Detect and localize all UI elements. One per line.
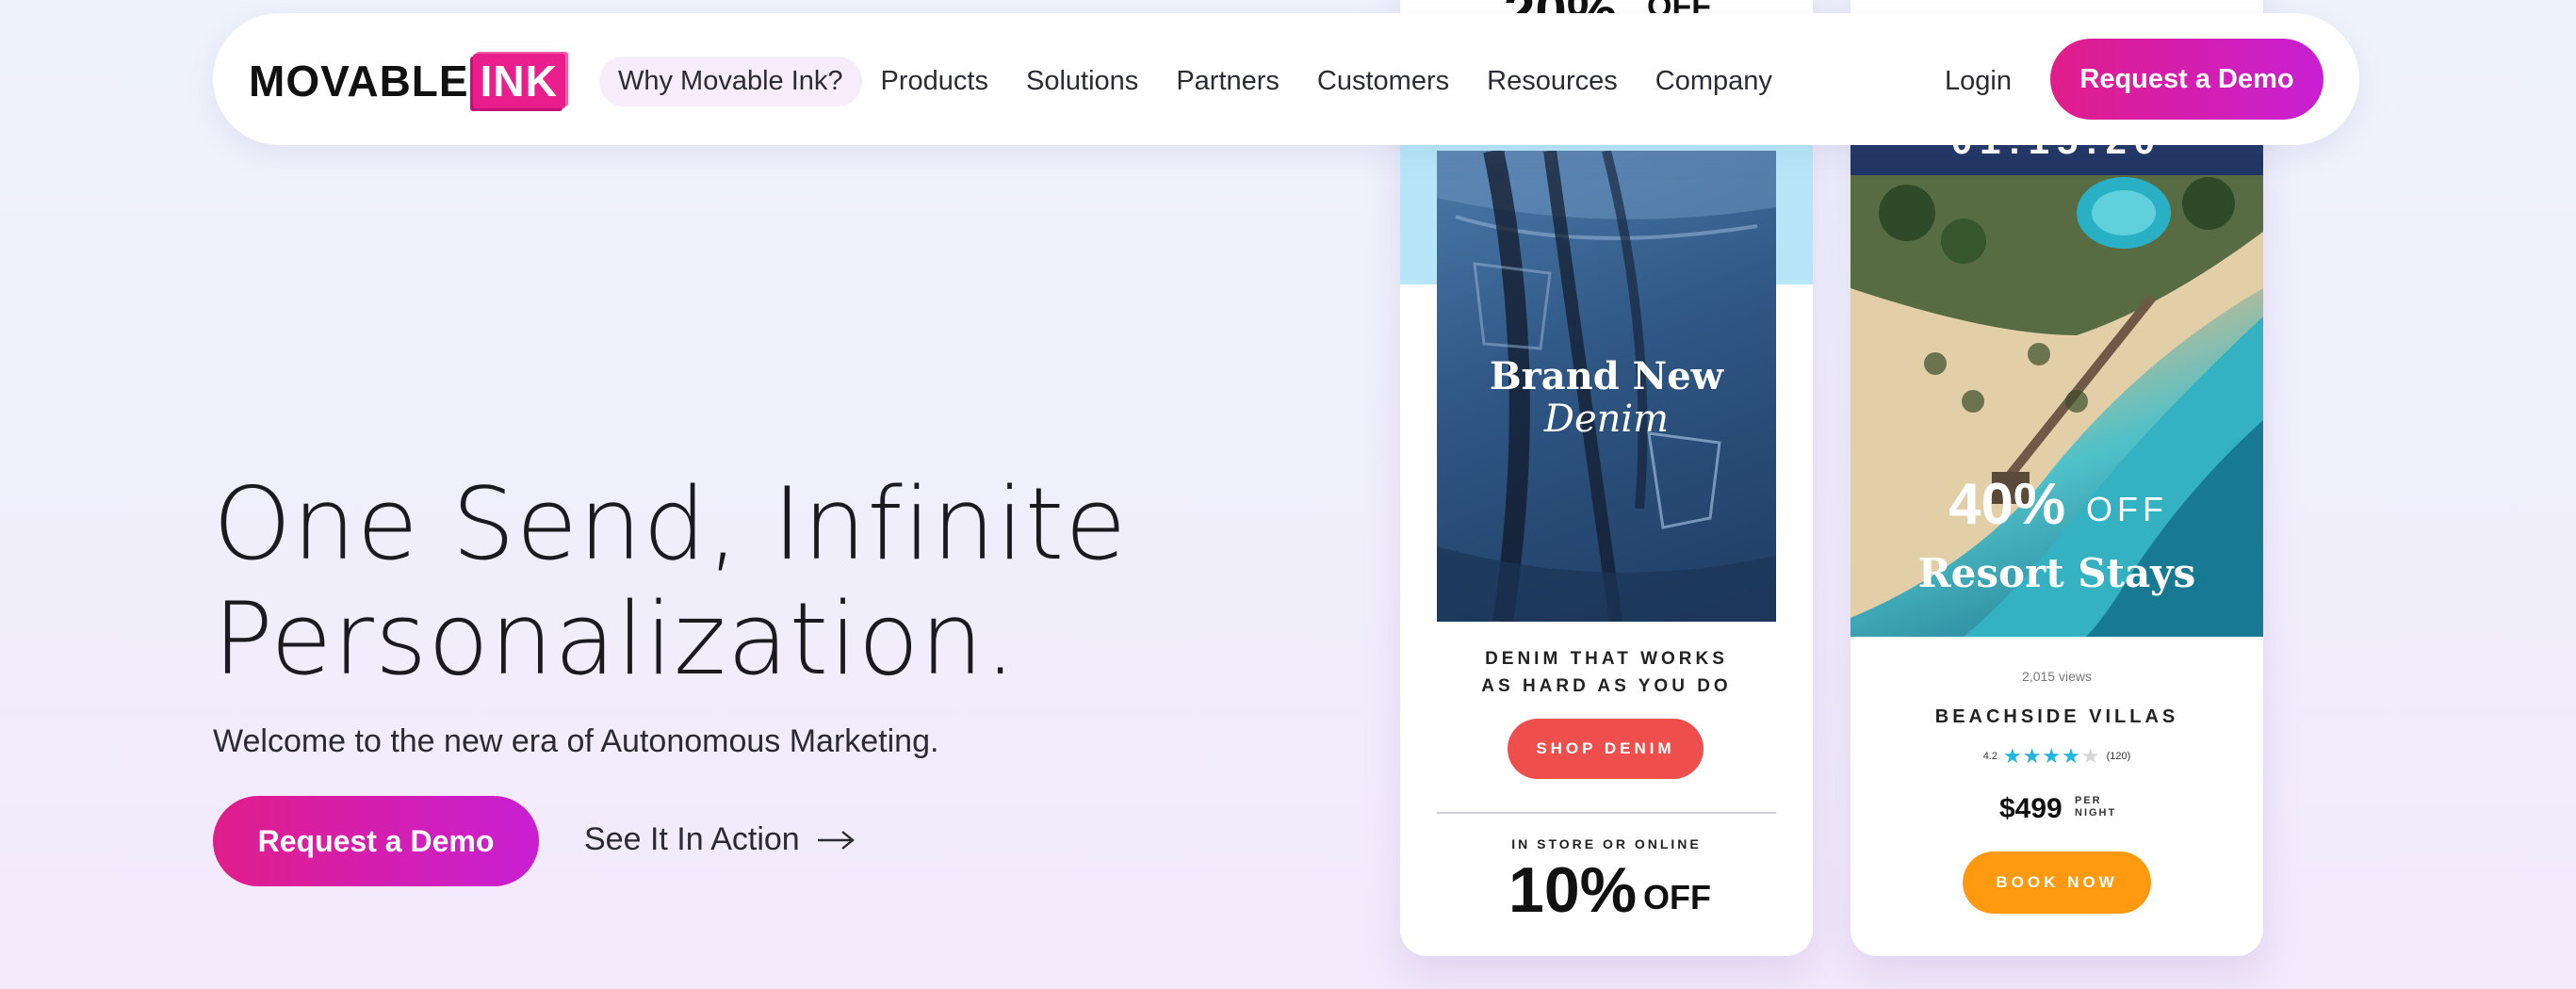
logo-ink-badge: INK <box>472 54 565 108</box>
resort-aerial-image: 40% OFF Resort Stays <box>1850 175 2263 637</box>
hero-title-line1: One Send, Infinite <box>213 466 1128 582</box>
denim-tagline: DENIM THAT WORKS AS HARD AS YOU DO <box>1481 649 1732 696</box>
login-link[interactable]: Login <box>1945 66 2012 97</box>
rating-count: (120) <box>2106 751 2131 762</box>
resort-discount: 40% <box>1948 472 2066 537</box>
star-rating-icon: ★★★★★ <box>2002 744 2101 768</box>
shop-denim-button[interactable]: SHOP DENIM <box>1508 719 1704 779</box>
see-it-in-action-label: See It In Action <box>584 821 800 857</box>
nav-link-customers[interactable]: Customers <box>1298 57 1468 106</box>
resort-name: BEACHSIDE VILLAS <box>1934 706 2179 727</box>
resort-price: $499 <box>1999 793 2062 824</box>
request-demo-hero-button[interactable]: Request a Demo <box>213 796 539 886</box>
denim-headline-line1: Brand New <box>1489 354 1724 398</box>
rating-value: 4.2 <box>1982 751 1997 762</box>
resort-price-unit: PER NIGHT <box>2075 795 2117 819</box>
resort-discount-suffix: OFF <box>2086 490 2168 528</box>
resort-rating: 4.2 ★★★★★ (120) <box>1850 744 2263 769</box>
denim-divider <box>1437 812 1776 814</box>
nav-link-solutions[interactable]: Solutions <box>1007 57 1157 106</box>
nav-link-partners[interactable]: Partners <box>1157 57 1298 106</box>
top-navigation: MOVABLE INK Why Movable Ink? Products So… <box>213 13 2359 145</box>
hero-title: One Send, Infinite Personalization. <box>213 467 1438 697</box>
logo-text: MOVABLE <box>249 57 469 105</box>
nav-links: Why Movable Ink? Products Solutions Part… <box>599 57 1791 106</box>
movable-ink-logo[interactable]: MOVABLE INK <box>249 51 565 111</box>
nav-link-products[interactable]: Products <box>862 57 1007 106</box>
hero-title-line2: Personalization. <box>213 581 1018 697</box>
denim-discount: 10% <box>1508 854 1638 926</box>
denim-jeans-image: Brand New Denim <box>1437 151 1776 622</box>
book-now-button[interactable]: BOOK NOW <box>1963 851 2151 914</box>
denim-instore-label: IN STORE OR ONLINE <box>1511 836 1702 851</box>
see-it-in-action-link[interactable]: See It In Action <box>584 821 855 858</box>
resort-headline: Resort Stays <box>1917 550 2196 596</box>
nav-link-why-movable-ink[interactable]: Why Movable Ink? <box>599 57 862 106</box>
request-demo-nav-button[interactable]: Request a Demo <box>2050 39 2323 120</box>
nav-link-resources[interactable]: Resources <box>1468 57 1637 106</box>
denim-discount-suffix: OFF <box>1643 878 1711 916</box>
hero-subtitle: Welcome to the new era of Autonomous Mar… <box>213 723 939 759</box>
denim-headline-line2: Denim <box>1543 397 1670 441</box>
resort-views: 2,015 views <box>2022 669 2092 684</box>
arrow-right-icon <box>817 830 855 851</box>
nav-link-company[interactable]: Company <box>1637 57 1791 106</box>
